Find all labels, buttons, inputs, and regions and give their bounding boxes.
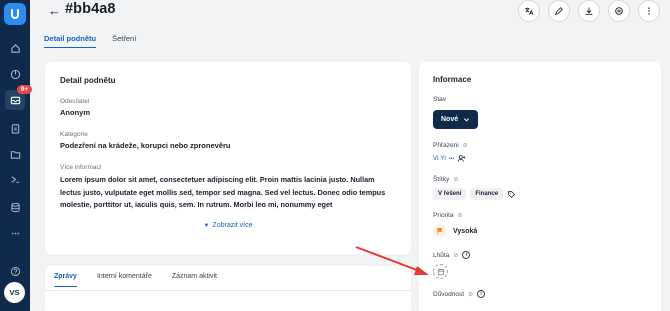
messages-tabs: Zprávy Interní komentáře Záznam aktivit	[54, 273, 402, 287]
database-icon[interactable]	[7, 199, 23, 215]
add-user-icon[interactable]	[457, 154, 466, 163]
assignee-avatars: VI YI	[433, 155, 446, 162]
sender-label: Odesílatel	[60, 98, 90, 105]
status-dropdown[interactable]: Nové	[433, 110, 479, 129]
sender-value: Anonym	[60, 108, 90, 117]
assignee-more: •••	[448, 155, 455, 162]
priority-selector[interactable]: Vysoká	[433, 224, 647, 238]
status-value: Nové	[441, 116, 459, 123]
info-heading: Informace	[433, 75, 472, 84]
clipboard-icon[interactable]	[7, 120, 23, 136]
deadline-label: Lhůta ⊘ i	[433, 251, 647, 259]
assigned-label: Přiřazeni ⊘	[433, 142, 468, 149]
home-icon[interactable]	[7, 40, 23, 56]
folder-icon[interactable]	[7, 146, 23, 162]
hidden-eye-icon: ⊘	[453, 252, 459, 259]
translate-icon[interactable]	[518, 0, 540, 22]
page-tabs: Detail podnětu Šetření	[44, 34, 136, 48]
tab-messages[interactable]: Zprávy	[54, 273, 77, 287]
tag-chip[interactable]: Finance	[470, 188, 504, 200]
category-value: Podezření na krádeže, korupci nebo zpron…	[60, 141, 231, 150]
more-vertical-icon[interactable]	[638, 0, 660, 22]
inbox-icon[interactable]: 9+	[5, 85, 32, 110]
more-dots-icon[interactable]	[7, 225, 23, 241]
chevron-down-icon	[464, 118, 470, 122]
edit-icon[interactable]	[548, 0, 570, 22]
flag-icon	[433, 224, 447, 238]
info-icon[interactable]: i	[462, 251, 471, 259]
hidden-eye-icon: ⊘	[457, 213, 463, 219]
detail-heading: Detail podnětu	[60, 76, 116, 85]
hidden-eye-icon: ⊘	[462, 143, 468, 149]
download-icon[interactable]	[578, 0, 600, 22]
tag-icon[interactable]	[507, 190, 516, 199]
category-label: Kategorie	[60, 131, 88, 138]
chevron-down-icon: ▼	[203, 223, 210, 229]
hidden-eye-icon: ⊘	[468, 291, 474, 298]
priority-value: Vysoká	[453, 227, 478, 235]
messages-card: Zprávy Interní komentáře Záznam aktivit	[45, 266, 411, 311]
notification-badge: 9+	[17, 85, 32, 94]
print-icon[interactable]	[608, 0, 630, 22]
assignees[interactable]: VI YI •••	[433, 154, 647, 163]
dashboard-icon[interactable]	[7, 66, 23, 82]
app-logo-icon[interactable]	[4, 3, 26, 25]
page-title: #bb4a8	[65, 1, 116, 17]
terminal-icon[interactable]	[7, 171, 23, 187]
back-arrow-icon[interactable]: ←	[48, 3, 61, 18]
more-info-label: Více informací	[60, 164, 102, 171]
header-toolbar	[518, 0, 660, 22]
tag-chip[interactable]: V řešení	[433, 188, 467, 200]
tags-label: Štítky ⊘	[433, 176, 459, 183]
more-info-text: Lorem ipsum dolor sit amet, consectetuer…	[60, 175, 386, 209]
help-icon[interactable]	[7, 263, 23, 279]
show-more-label: Zobrazit více	[212, 222, 253, 229]
tab-activity-log[interactable]: Záznam aktivit	[172, 273, 217, 287]
tab-investigation[interactable]: Šetření	[112, 34, 136, 48]
tabs-divider	[45, 290, 411, 291]
reason-label: Důvodnost ⊘ i	[433, 290, 647, 298]
priority-label: Priorita ⊘	[433, 212, 463, 219]
tab-detail[interactable]: Detail podnětu	[44, 34, 97, 48]
info-icon[interactable]: i	[477, 290, 486, 298]
detail-card: Detail podnětu Odesílatel Anonym Kategor…	[45, 62, 411, 254]
tab-internal-comments[interactable]: Interní komentáře	[97, 273, 152, 287]
left-rail: 9+ VS	[0, 0, 32, 311]
status-label: Stav	[433, 96, 447, 103]
hidden-eye-icon: ⊘	[453, 177, 459, 183]
calendar-icon[interactable]	[433, 264, 448, 279]
tags-list: V řešení Finance	[433, 188, 647, 200]
user-avatar[interactable]: VS	[4, 282, 25, 303]
show-more-link[interactable]: ▼ Zobrazit více	[45, 222, 411, 229]
info-panel: Informace Stav Nové Přiřazeni ⊘ VI YI •••…	[419, 62, 661, 311]
